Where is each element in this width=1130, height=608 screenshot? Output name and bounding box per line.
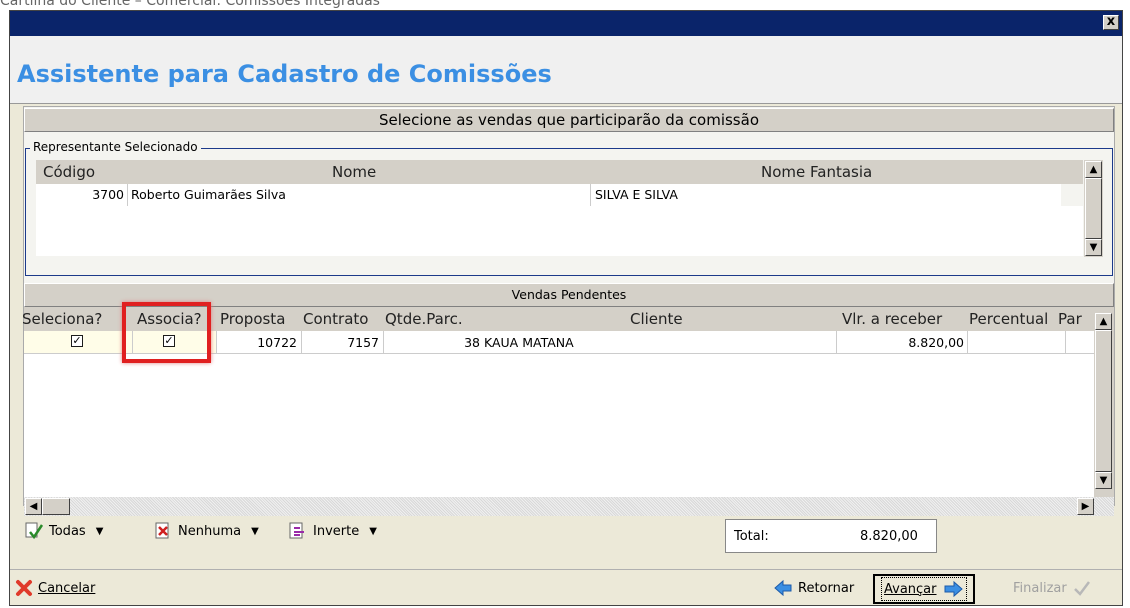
- cell-codigo: 3700: [92, 187, 124, 202]
- scroll-up-icon[interactable]: ▲: [1085, 161, 1102, 178]
- wizard-window: x Assistente para Cadastro de Comissões …: [9, 10, 1123, 606]
- cell-cliente: KAUA MATANA: [484, 335, 574, 350]
- col-percentual[interactable]: Percentual: [969, 310, 1048, 328]
- associa-highlight-box: [122, 302, 211, 363]
- nenhuma-label: Nenhuma: [178, 523, 242, 539]
- chevron-down-icon: ▼: [95, 525, 104, 537]
- vendas-scrollbar-vertical[interactable]: ▲ ▼: [1094, 307, 1114, 497]
- representante-group: Representante Selecionado Código Nome No…: [25, 140, 1113, 276]
- arrow-left-icon: [774, 579, 792, 597]
- chevron-down-icon: ▼: [369, 525, 377, 537]
- select-all-icon: [25, 522, 44, 540]
- cancel-button[interactable]: Cancelar: [15, 579, 95, 597]
- cell-proposta: 10722: [257, 335, 297, 350]
- total-field: Total: 8.820,00: [725, 519, 937, 553]
- col-qtde-parc[interactable]: Qtde.Parc.: [385, 310, 463, 328]
- col-vlr-receber[interactable]: Vlr. a receber: [842, 310, 942, 328]
- table-row[interactable]: 3700 Roberto Guimarães Silva SILVA E SIL…: [36, 184, 1061, 207]
- todas-button[interactable]: Todas ▼: [24, 522, 103, 540]
- invert-selection-icon: [289, 522, 304, 539]
- col-codigo: Código: [43, 163, 96, 181]
- cell-fantasia: SILVA E SILVA: [595, 187, 678, 202]
- col-nome-fantasia: Nome Fantasia: [761, 163, 873, 181]
- col-contrato[interactable]: Contrato: [303, 310, 368, 328]
- group-label: Representante Selecionado: [30, 140, 201, 154]
- total-label: Total:: [734, 529, 769, 544]
- chevron-down-icon: ▼: [251, 525, 259, 537]
- finalizar-label: Finalizar: [1013, 580, 1067, 596]
- avancar-label: Avançar: [884, 581, 937, 597]
- selection-toolbar: Todas ▼ Nenhuma ▼ Inverte ▼ Total: 8.820…: [24, 507, 1114, 563]
- retornar-label: Retornar: [798, 580, 855, 596]
- inverte-button[interactable]: Inverte ▼: [288, 522, 377, 540]
- col-nome: Nome: [332, 163, 377, 181]
- cell-qtde-parc: 38: [464, 335, 480, 350]
- scroll-thumb[interactable]: [1085, 178, 1102, 239]
- col-proposta[interactable]: Proposta: [220, 310, 285, 328]
- representante-header-row: Código Nome Nome Fantasia: [36, 160, 1083, 184]
- col-seleciona[interactable]: Seleciona?: [22, 310, 102, 328]
- todas-label: Todas: [49, 523, 86, 539]
- section-title: Selecione as vendas que participarão da …: [24, 108, 1114, 132]
- scroll-thumb[interactable]: [1095, 330, 1112, 472]
- avancar-button[interactable]: Avançar: [873, 574, 975, 604]
- total-value: 8.820,00: [860, 529, 918, 544]
- page-title: Assistente para Cadastro de Comissões: [17, 60, 552, 88]
- cancel-x-icon: [16, 580, 32, 596]
- checkmark-icon: [1073, 581, 1090, 596]
- col-cliente[interactable]: Cliente: [630, 310, 683, 328]
- nenhuma-button[interactable]: Nenhuma ▼: [153, 522, 259, 540]
- scroll-down-icon[interactable]: ▼: [1095, 472, 1112, 489]
- scroll-up-icon[interactable]: ▲: [1095, 313, 1112, 330]
- grid-empty-area: [36, 206, 1083, 256]
- wizard-footer: Cancelar Retornar Avançar Finalizar: [10, 569, 1122, 605]
- seleciona-checkbox[interactable]: ✓: [71, 335, 83, 347]
- window-titlebar: x: [10, 11, 1122, 36]
- representante-scrollbar[interactable]: ▲ ▼: [1084, 160, 1103, 257]
- col-par[interactable]: Par: [1058, 310, 1082, 328]
- retornar-button[interactable]: Retornar: [773, 579, 854, 597]
- document-caption: Cartilha do Cliente – Comercial: Comissõ…: [0, 0, 380, 8]
- avancar-focus: Avançar: [881, 577, 967, 601]
- cell-seleciona: ✓: [24, 331, 133, 353]
- close-button[interactable]: x: [1103, 15, 1119, 30]
- wizard-header: Assistente para Cadastro de Comissões: [10, 36, 1122, 104]
- cell-contrato: 7157: [347, 335, 379, 350]
- select-none-icon: [155, 522, 169, 539]
- scroll-down-icon[interactable]: ▼: [1085, 239, 1102, 256]
- cancel-label: Cancelar: [38, 580, 96, 596]
- arrow-right-icon: [944, 580, 963, 598]
- cell-nome: Roberto Guimarães Silva: [131, 187, 286, 202]
- finalizar-button[interactable]: Finalizar: [1013, 579, 1092, 597]
- inverte-label: Inverte: [313, 523, 360, 539]
- cell-vlr-receber: 8.820,00: [908, 335, 964, 350]
